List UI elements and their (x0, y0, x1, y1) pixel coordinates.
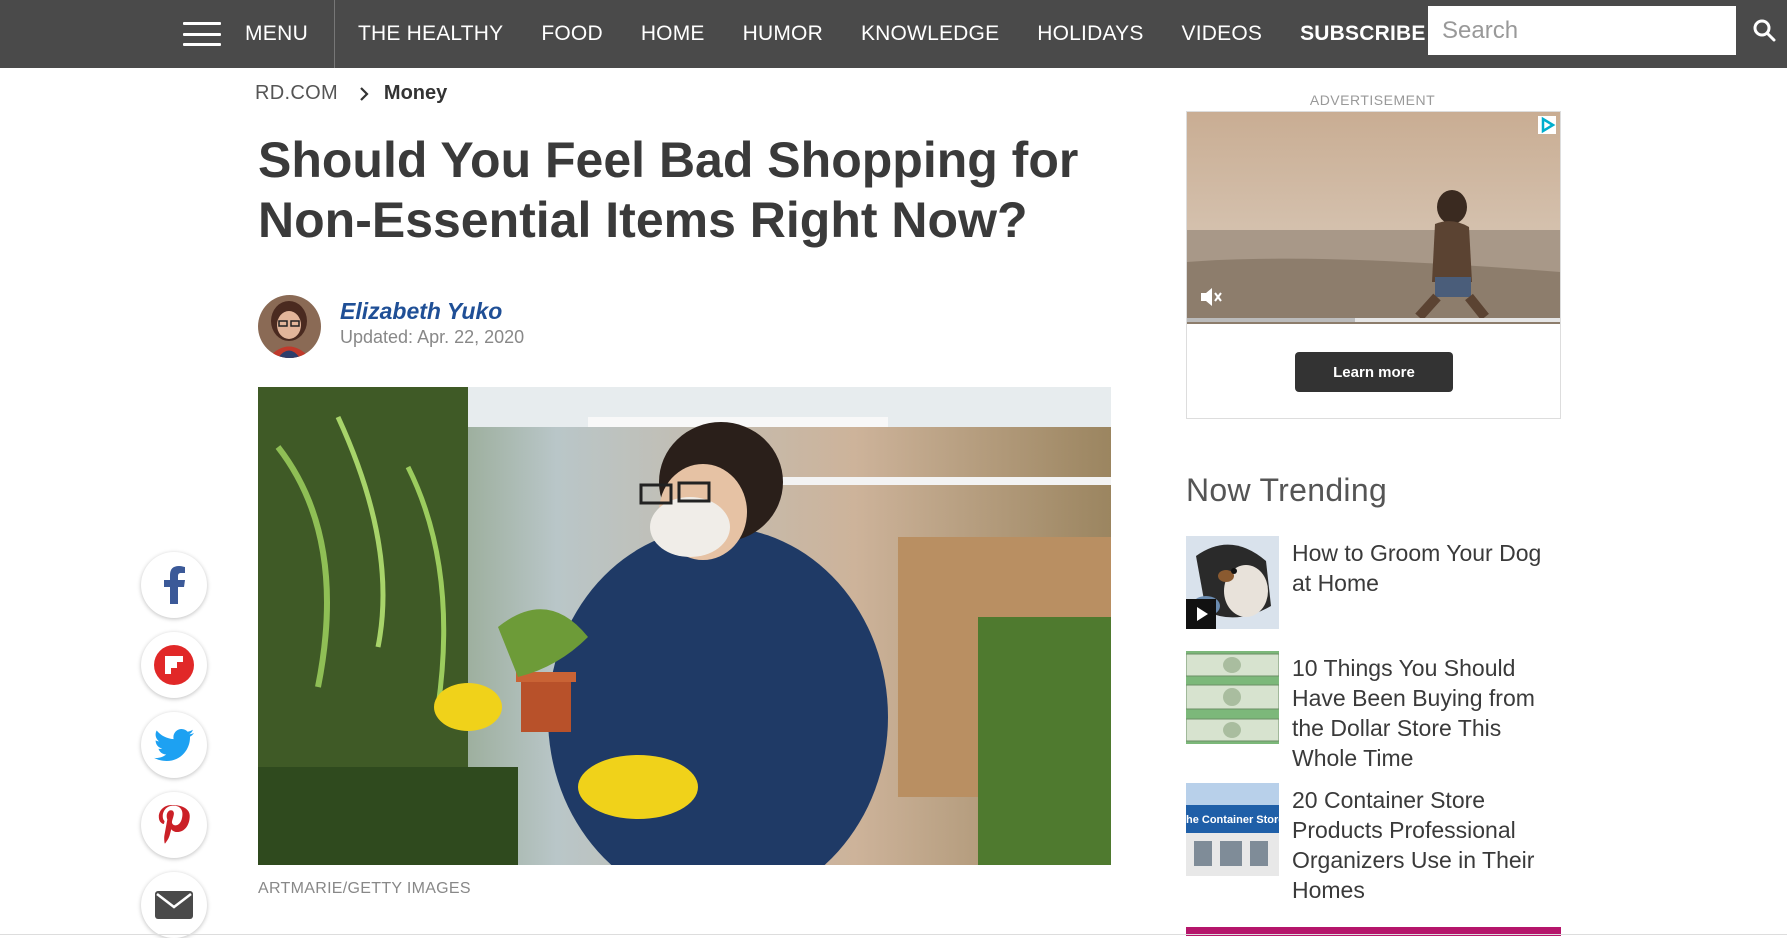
ad-progress-bar (1187, 318, 1560, 322)
learn-more-button[interactable]: Learn more (1295, 352, 1453, 392)
search-input[interactable] (1428, 6, 1736, 55)
hamburger-icon (183, 22, 221, 46)
nav-link-knowledge[interactable]: KNOWLEDGE (861, 22, 999, 46)
author-name-link[interactable]: Elizabeth Yuko (340, 298, 502, 325)
share-email-button[interactable] (141, 872, 207, 938)
menu-button[interactable]: MENU (183, 0, 335, 68)
breadcrumb-current-link[interactable]: Money (384, 82, 447, 105)
article-title: Should You Feel Bad Shopping for Non-Ess… (258, 132, 1079, 248)
thumbnail-store-sign: he Container Store (1186, 814, 1279, 826)
share-pinterest-button[interactable] (141, 792, 207, 858)
image-credit: ARTMARIE/GETTY IMAGES (258, 880, 471, 897)
hero-image (258, 387, 1111, 865)
top-navigation: MENU THE HEALTHY FOOD HOME HUMOR KNOWLED… (0, 0, 1787, 68)
nav-link-food[interactable]: FOOD (541, 22, 602, 46)
now-trending-heading: Now Trending (1186, 472, 1388, 508)
nav-links: THE HEALTHY FOOD HOME HUMOR KNOWLEDGE HO… (339, 0, 1445, 68)
nav-link-the-healthy[interactable]: THE HEALTHY (358, 22, 503, 46)
divider (0, 934, 1787, 935)
search-icon[interactable] (1752, 18, 1776, 42)
adchoices-icon[interactable] (1538, 116, 1556, 134)
updated-date: Updated: Apr. 22, 2020 (340, 327, 525, 347)
facebook-icon (164, 566, 185, 604)
breadcrumb-home-link[interactable]: RD.COM (255, 82, 338, 105)
advertisement[interactable]: Learn more (1186, 111, 1561, 419)
email-icon (155, 891, 193, 919)
chevron-right-icon (360, 86, 369, 101)
share-facebook-button[interactable] (141, 552, 207, 618)
trending-thumbnail[interactable] (1186, 651, 1279, 744)
nav-link-subscribe[interactable]: SUBSCRIBE (1300, 22, 1425, 46)
share-flipboard-button[interactable] (141, 632, 207, 698)
nav-link-holidays[interactable]: HOLIDAYS (1037, 22, 1143, 46)
trending-item-title[interactable]: 10 Things You Should Have Been Buying fr… (1292, 653, 1562, 773)
twitter-icon (154, 729, 194, 761)
pinterest-icon (158, 805, 190, 844)
nav-link-home[interactable]: HOME (641, 22, 705, 46)
trending-item-title[interactable]: How to Groom Your Dog at Home (1292, 538, 1562, 598)
nav-link-videos[interactable]: VIDEOS (1182, 22, 1263, 46)
trending-item-title[interactable]: 20 Container Store Products Professional… (1292, 785, 1562, 905)
mute-icon[interactable] (1197, 284, 1223, 310)
advertisement-label: ADVERTISEMENT (1309, 92, 1436, 108)
breadcrumb: RD.COM Money (255, 82, 447, 105)
play-icon[interactable] (1186, 599, 1216, 629)
menu-label: MENU (245, 22, 309, 45)
nav-link-humor[interactable]: HUMOR (743, 22, 823, 46)
author-avatar[interactable] (258, 295, 321, 358)
share-twitter-button[interactable] (141, 712, 207, 778)
trending-thumbnail[interactable]: he Container Store (1186, 783, 1279, 876)
flipboard-icon (154, 645, 194, 685)
ad-video[interactable] (1187, 112, 1560, 324)
trending-thumbnail[interactable] (1186, 536, 1279, 629)
